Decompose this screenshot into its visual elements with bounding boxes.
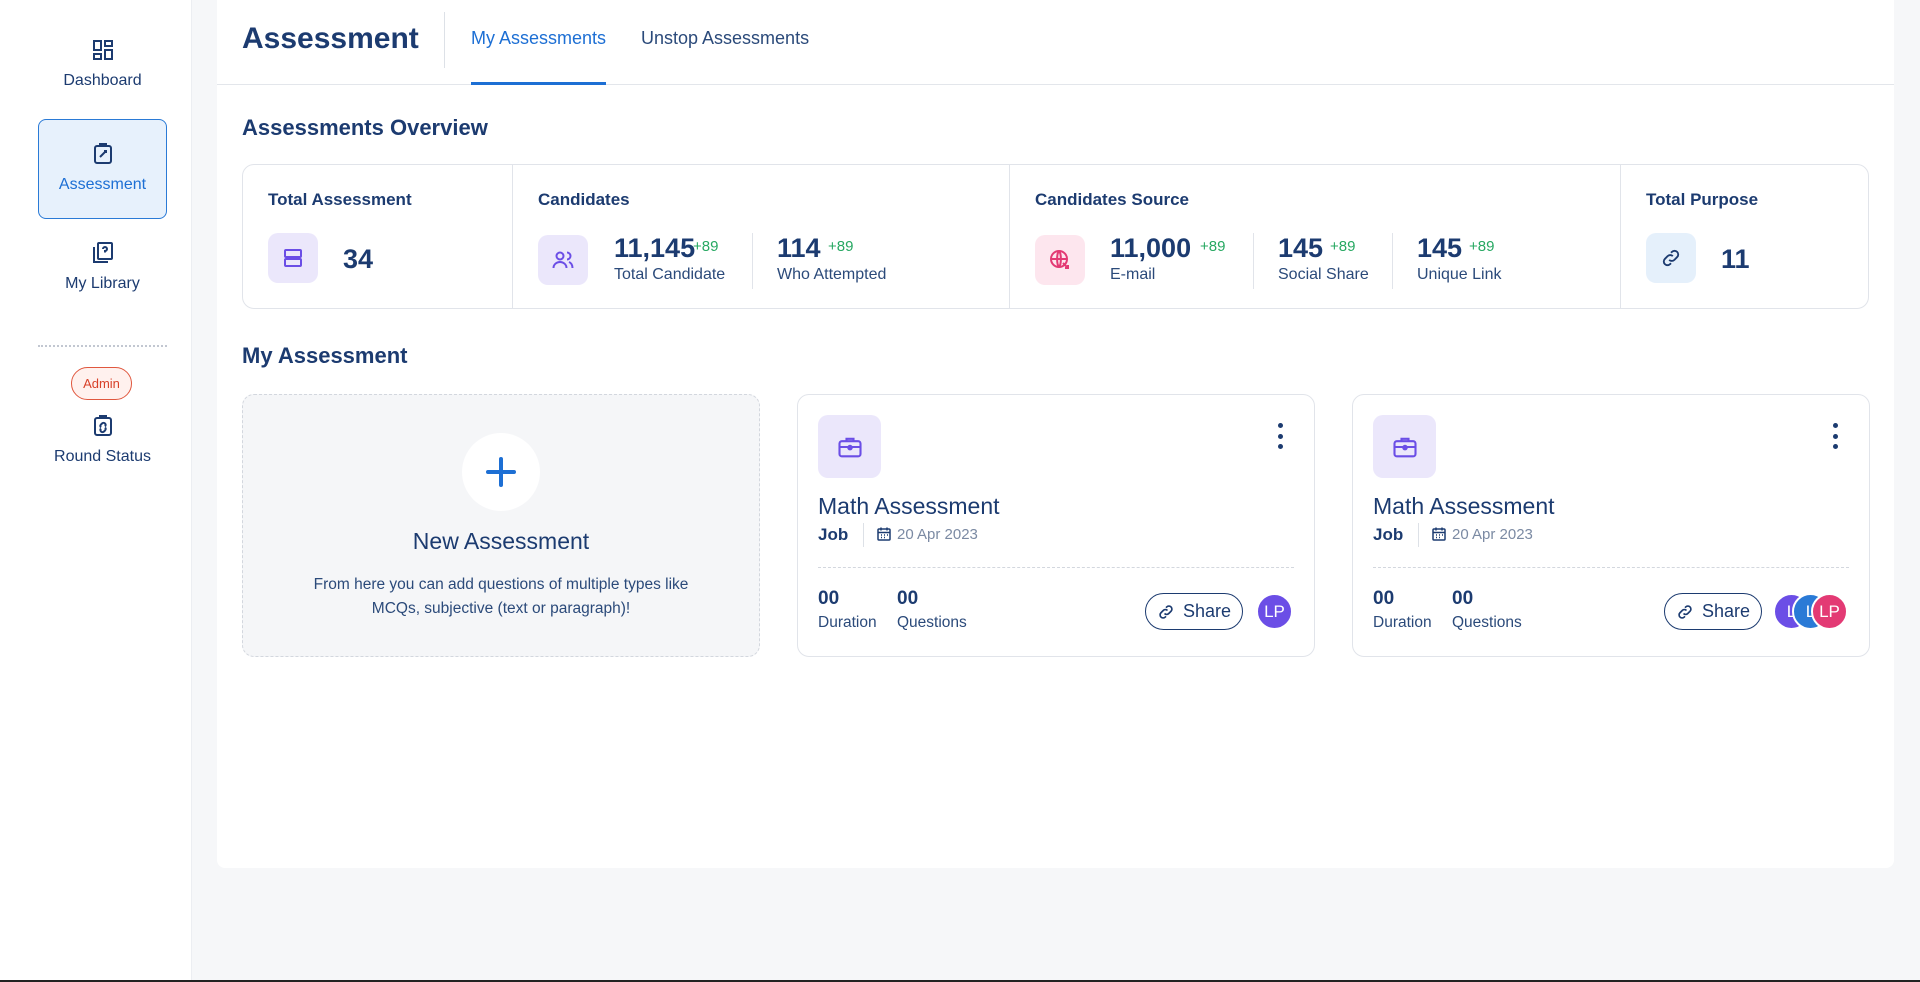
assessment-title: Math Assessment [1373, 493, 1555, 519]
sidebar-item-my-library[interactable]: My Library [38, 241, 167, 311]
sidebar-item-assessment[interactable]: Assessment [38, 119, 167, 219]
overview-stats: Total Assessment 34 Candidates 11,145 +8… [242, 164, 1869, 309]
who-attempted-value: 114 [777, 233, 821, 263]
duration-value: 00 [1373, 588, 1395, 609]
assessment-date: 20 Apr 2023 [1452, 526, 1533, 543]
sidebar-item-label: Dashboard [63, 72, 142, 89]
assessment-type: Job [818, 525, 849, 544]
questions-label: Questions [897, 614, 967, 631]
share-label: Share [1701, 601, 1751, 621]
sidebar-item-label: My Library [65, 275, 140, 292]
share-label: Share [1182, 601, 1232, 621]
stat-value: 34 [343, 244, 374, 274]
link-icon [1678, 604, 1692, 619]
dashboard-icon [92, 40, 113, 60]
link-icon [1159, 604, 1173, 619]
questions-label: Questions [1452, 614, 1522, 631]
stat-candidates-source: Candidates Source 11,000 +89 E-mail 145 … [1009, 165, 1620, 308]
stat-value: 11 [1721, 244, 1750, 274]
social-share-delta: +89 [1330, 238, 1356, 255]
sidebar-item-round-status[interactable]: Round Status [38, 414, 167, 494]
calendar-icon [1432, 527, 1446, 541]
library-icon [92, 242, 113, 263]
briefcase-icon [818, 415, 881, 478]
stat-total-purpose: Total Purpose 11 [1620, 165, 1868, 308]
duration-label: Duration [818, 614, 877, 631]
assessment-card[interactable]: Math Assessment Job 20 Apr 2023 00 Durat… [797, 394, 1315, 657]
card-divider [818, 567, 1294, 568]
tab-my-assessments[interactable]: My Assessments [471, 28, 607, 85]
share-button[interactable]: Share [1145, 593, 1243, 630]
briefcase-icon [1373, 415, 1436, 478]
unique-link-label: Unique Link [1417, 266, 1502, 283]
duration-value: 00 [818, 588, 840, 609]
new-assessment-title: New Assessment [412, 528, 590, 554]
assessment-date: 20 Apr 2023 [897, 526, 978, 543]
users-icon [538, 235, 588, 285]
my-assessment-title: My Assessment [242, 343, 408, 368]
stat-total-assessment: Total Assessment 34 [243, 165, 512, 308]
add-assessment-button[interactable] [462, 433, 540, 511]
header: Assessment My Assessments Unstop Assessm… [217, 0, 1894, 85]
who-attempted-label: Who Attempted [777, 266, 887, 283]
sidebar-item-dashboard[interactable]: Dashboard [38, 38, 167, 108]
avatar: LP [1256, 593, 1293, 630]
social-share-value: 145 [1278, 233, 1324, 263]
total-candidate-delta: +89 [693, 238, 719, 255]
overview-title: Assessments Overview [242, 115, 488, 140]
stat-label: Total Assessment [268, 190, 412, 209]
plus-icon [486, 457, 516, 487]
stat-label: Candidates Source [1035, 190, 1189, 209]
card-divider [1373, 567, 1849, 568]
stat-divider [1392, 233, 1393, 289]
assessment-title: Math Assessment [818, 493, 1000, 519]
assessment-type: Job [1373, 525, 1404, 544]
tab-unstop-assessments[interactable]: Unstop Assessments [641, 28, 809, 85]
stack-icon [268, 233, 318, 283]
avatar: LP [1811, 593, 1848, 630]
email-delta: +89 [1200, 238, 1226, 255]
email-value: 11,000 [1110, 233, 1192, 263]
assessment-card[interactable]: Math Assessment Job 20 Apr 2023 00 Durat… [1352, 394, 1870, 657]
email-label: E-mail [1110, 266, 1156, 283]
total-candidate-label: Total Candidate [614, 266, 726, 283]
new-assessment-description: From here you can add questions of multi… [313, 576, 689, 617]
new-assessment-card[interactable]: New Assessment From here you can add que… [242, 394, 760, 657]
more-options-icon[interactable] [1276, 423, 1284, 449]
stat-divider [752, 233, 753, 289]
sidebar-item-label: Round Status [54, 448, 151, 465]
admin-badge: Admin [71, 367, 132, 400]
unique-link-delta: +89 [1469, 238, 1495, 255]
social-share-label: Social Share [1278, 266, 1369, 283]
calendar-icon [877, 527, 891, 541]
sidebar-item-label: Assessment [58, 176, 147, 193]
duration-label: Duration [1373, 614, 1432, 631]
unique-link-value: 145 [1417, 233, 1463, 263]
page-title: Assessment [242, 22, 419, 55]
who-attempted-delta: +89 [828, 238, 854, 255]
questions-value: 00 [897, 588, 919, 609]
round-status-icon [93, 415, 112, 436]
link-icon [1646, 233, 1696, 283]
stat-candidates: Candidates 11,145 +89 Total Candidate 11… [512, 165, 1009, 308]
sidebar: Dashboard Assessment My Library Admin Ro… [0, 0, 192, 982]
meta-divider [1418, 523, 1419, 547]
assessment-icon [93, 143, 112, 164]
meta-divider [863, 523, 864, 547]
stat-label: Total Purpose [1646, 190, 1759, 209]
questions-value: 00 [1452, 588, 1474, 609]
total-candidate-value: 11,145 [614, 233, 696, 263]
globe-icon [1035, 235, 1085, 285]
share-button[interactable]: Share [1664, 593, 1762, 630]
more-options-icon[interactable] [1831, 423, 1839, 449]
stat-label: Candidates [538, 190, 630, 209]
title-divider [444, 12, 445, 68]
sidebar-divider [38, 345, 167, 347]
main-panel: Assessment My Assessments Unstop Assessm… [217, 0, 1894, 868]
stat-divider [1253, 233, 1254, 289]
